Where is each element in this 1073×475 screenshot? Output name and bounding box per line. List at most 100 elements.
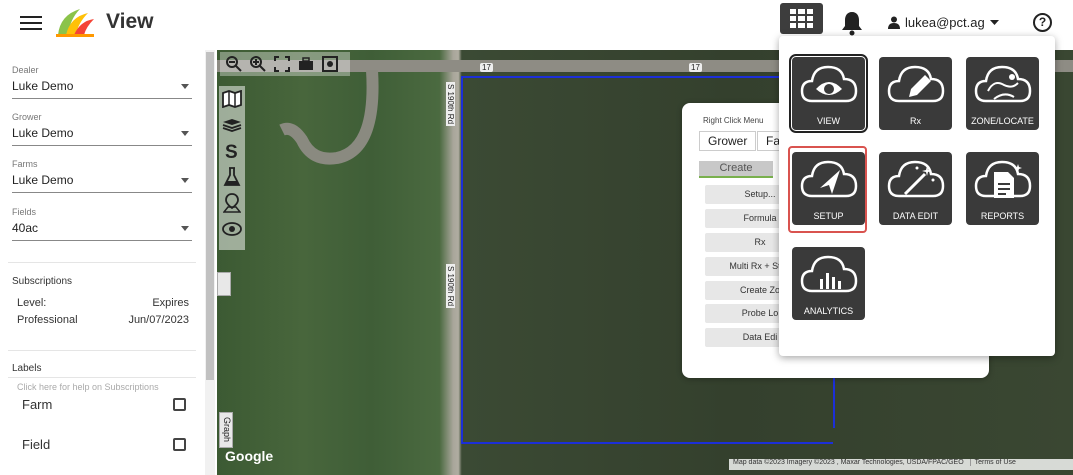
location-pin-icon[interactable] xyxy=(221,192,243,214)
caret-down-icon xyxy=(989,19,999,25)
grower-select-group: Grower Luke Demo xyxy=(12,112,192,146)
map-toolbar xyxy=(220,52,350,76)
road-label: 17 xyxy=(480,63,493,72)
label-row-field: Field xyxy=(22,437,186,452)
app-tile-label: VIEW xyxy=(816,116,840,126)
tab-grower[interactable]: Grower xyxy=(699,131,757,151)
grower-value: Luke Demo xyxy=(12,126,74,140)
notification-bell-icon[interactable] xyxy=(840,10,864,36)
app-logo xyxy=(56,9,94,37)
grid-icon xyxy=(790,9,813,28)
cloud-wand-icon xyxy=(887,160,945,198)
fields-select-group: Fields 40ac xyxy=(12,207,192,241)
app-tile-reports[interactable]: REPORTS xyxy=(966,152,1039,225)
sidebar-scrollbar-thumb[interactable] xyxy=(206,52,214,380)
cloud-eye-icon xyxy=(800,65,858,103)
farm-label-text: Farm xyxy=(22,397,53,412)
field-label-checkbox[interactable] xyxy=(173,438,186,451)
app-tile-zone-locate[interactable]: ZONE/LOCATE xyxy=(966,57,1039,130)
road-label-vertical: S 190th Rd xyxy=(446,82,455,127)
apps-grid-button[interactable] xyxy=(780,3,823,34)
map-credit: Map data ©2023 Imagery ©2023 , Maxar Tec… xyxy=(729,459,1073,470)
user-menu[interactable]: lukea@pct.ag xyxy=(888,15,999,30)
grower-label: Grower xyxy=(12,112,42,122)
screenshot-icon[interactable] xyxy=(320,54,340,74)
fields-select[interactable]: 40ac xyxy=(12,221,192,241)
subscriptions-help-link[interactable]: Click here for help on Subscriptions xyxy=(17,382,159,392)
cloud-navigation-icon xyxy=(800,160,858,198)
sidebar: Dealer Luke Demo Grower Luke Demo Farms … xyxy=(0,50,205,475)
cloud-map-icon xyxy=(974,65,1032,103)
help-icon[interactable]: ? xyxy=(1033,13,1052,32)
road-label: 17 xyxy=(689,63,702,72)
dealer-select-group: Dealer Luke Demo xyxy=(12,65,192,99)
farms-select[interactable]: Luke Demo xyxy=(12,173,192,193)
label-row-farm: Farm xyxy=(22,397,186,412)
app-tile-label: DATA EDIT xyxy=(892,211,939,221)
divider xyxy=(8,377,196,378)
probe-icon[interactable] xyxy=(221,218,243,240)
dealer-value: Luke Demo xyxy=(12,79,74,93)
farm-label-checkbox[interactable] xyxy=(173,398,186,411)
map-layers-icon[interactable] xyxy=(221,88,243,110)
grower-select[interactable]: Luke Demo xyxy=(12,126,192,146)
person-icon xyxy=(888,16,900,29)
level-value: Professional xyxy=(17,314,78,326)
app-tile-label: ZONE/LOCATE xyxy=(971,116,1034,126)
panel-handle[interactable] xyxy=(217,272,231,296)
app-tile-view[interactable]: VIEW xyxy=(789,54,868,133)
app-tile-setup[interactable]: SETUP xyxy=(792,152,865,225)
right-click-menu-title: Right Click Menu xyxy=(703,116,764,125)
subscription-value-row: Professional Jun/07/2023 xyxy=(17,314,189,326)
farms-select-group: Farms Luke Demo xyxy=(12,159,192,193)
cloud-pencil-icon xyxy=(887,65,945,103)
fields-label: Fields xyxy=(12,207,37,217)
caret-down-icon xyxy=(181,226,189,231)
graph-tab[interactable]: Graph xyxy=(219,412,233,448)
briefcase-icon[interactable] xyxy=(296,54,316,74)
map-side-toolbar: S xyxy=(219,86,245,250)
fit-bounds-icon[interactable] xyxy=(272,54,292,74)
expires-value: Jun/07/2023 xyxy=(128,314,189,326)
apps-dropdown: VIEW Rx ZONE/LOCATE SETUP DATA EDIT REPO… xyxy=(779,36,1055,356)
app-tile-label: REPORTS xyxy=(980,211,1025,221)
caret-down-icon xyxy=(181,84,189,89)
subscriptions-title: Subscriptions xyxy=(12,276,73,287)
hamburger-menu-icon[interactable] xyxy=(20,12,42,34)
level-label: Level: xyxy=(17,297,47,309)
fields-value: 40ac xyxy=(12,221,39,235)
farms-label: Farms xyxy=(12,159,38,169)
caret-down-icon xyxy=(181,131,189,136)
app-title: View xyxy=(106,10,154,33)
divider xyxy=(8,350,196,351)
zoom-in-icon[interactable] xyxy=(248,54,268,74)
dealer-select[interactable]: Luke Demo xyxy=(12,79,192,99)
app-tile-rx[interactable]: Rx xyxy=(879,57,952,130)
app-tile-label: SETUP xyxy=(813,211,844,221)
soil-icon[interactable]: S xyxy=(221,140,243,162)
create-tab[interactable]: Create xyxy=(699,161,773,178)
app-tile-label: Rx xyxy=(910,116,921,126)
road-label-vertical: S 190th Rd xyxy=(446,264,455,309)
caret-down-icon xyxy=(181,178,189,183)
cloud-report-icon xyxy=(974,160,1032,198)
app-tile-data-edit[interactable]: DATA EDIT xyxy=(879,152,952,225)
labels-title: Labels xyxy=(12,363,42,374)
divider xyxy=(8,262,196,263)
expires-label: Expires xyxy=(152,297,189,309)
app-tile-label: ANALYTICS xyxy=(803,306,854,316)
app-tile-analytics[interactable]: ANALYTICS xyxy=(792,247,865,320)
farms-value: Luke Demo xyxy=(12,173,74,187)
flask-icon[interactable] xyxy=(221,166,243,188)
field-label-text: Field xyxy=(22,437,51,452)
gravel-path xyxy=(279,70,379,165)
user-email: lukea@pct.ag xyxy=(905,15,985,30)
terms-of-use-link[interactable]: Terms of Use xyxy=(969,459,1016,466)
svg-text:S: S xyxy=(225,142,238,161)
layers-stack-icon[interactable] xyxy=(221,114,243,136)
dealer-label: Dealer xyxy=(12,65,39,75)
cloud-chart-icon xyxy=(800,255,858,293)
subscription-header-row: Level: Expires xyxy=(17,297,189,309)
google-logo: Google xyxy=(225,448,274,464)
zoom-out-icon[interactable] xyxy=(224,54,244,74)
